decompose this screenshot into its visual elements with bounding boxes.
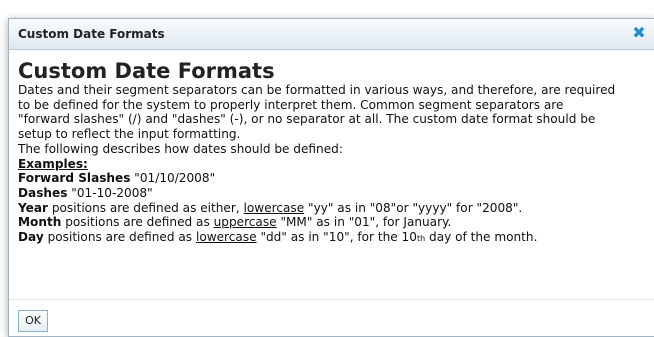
day-label: Day (18, 230, 44, 245)
dialog-title: Custom Date Formats (18, 27, 165, 41)
ok-button[interactable]: OK (18, 310, 48, 332)
day-text: "dd" as in "10", for the 10 (260, 230, 417, 245)
footer-divider (9, 299, 654, 300)
month-rule: Month positions are defined as uppercase… (18, 215, 648, 230)
dialog-titlebar: Custom Date Formats ✖ (9, 19, 654, 50)
day-text: positions are defined as (47, 230, 193, 245)
example-dashes: Dashes "01-10-2008" (18, 186, 648, 201)
close-icon[interactable]: ✖ (630, 23, 648, 43)
paragraph-line: Dates and their segment separators can b… (18, 83, 616, 97)
month-text: positions are defined as (65, 215, 210, 230)
forward-slashes-label: Forward Slashes (18, 171, 131, 186)
paragraph-line: "forward slashes" (/) and "dashes" (-), … (18, 112, 596, 127)
day-text: day of the month. (429, 230, 538, 245)
year-text: positions are defined as either, (51, 200, 240, 215)
forward-slashes-value: "01/10/2008" (134, 171, 216, 186)
dialog-content: Custom Date Formats Dates and their segm… (18, 59, 648, 247)
year-label: Year (18, 200, 48, 215)
dashes-value: "01-10-2008" (71, 185, 153, 200)
month-label: Month (18, 215, 62, 230)
paragraph-line: setup to reflect the input formatting. (18, 127, 241, 142)
year-text: "yy" as in "08"or "yyyy" for "2008". (308, 200, 523, 215)
month-text: "MM" as in "01", for January. (280, 215, 452, 230)
content-heading: Custom Date Formats (18, 59, 275, 83)
paragraph-line: to be defined for the system to properly… (18, 97, 564, 112)
year-case: lowercase (243, 200, 305, 215)
day-case: lowercase (195, 230, 257, 245)
day-rule: Day positions are defined as lowercase "… (18, 230, 648, 247)
custom-date-formats-dialog: Custom Date Formats ✖ Custom Date Format… (8, 18, 654, 337)
example-forward-slashes: Forward Slashes "01/10/2008" (18, 171, 648, 186)
dashes-label: Dashes (18, 185, 68, 200)
paragraph-line: The following describes how dates should… (18, 141, 343, 156)
day-suffix: th (416, 234, 426, 244)
month-case: uppercase (213, 215, 277, 230)
year-rule: Year positions are defined as either, lo… (18, 201, 648, 216)
examples-label: Examples: (18, 156, 88, 171)
